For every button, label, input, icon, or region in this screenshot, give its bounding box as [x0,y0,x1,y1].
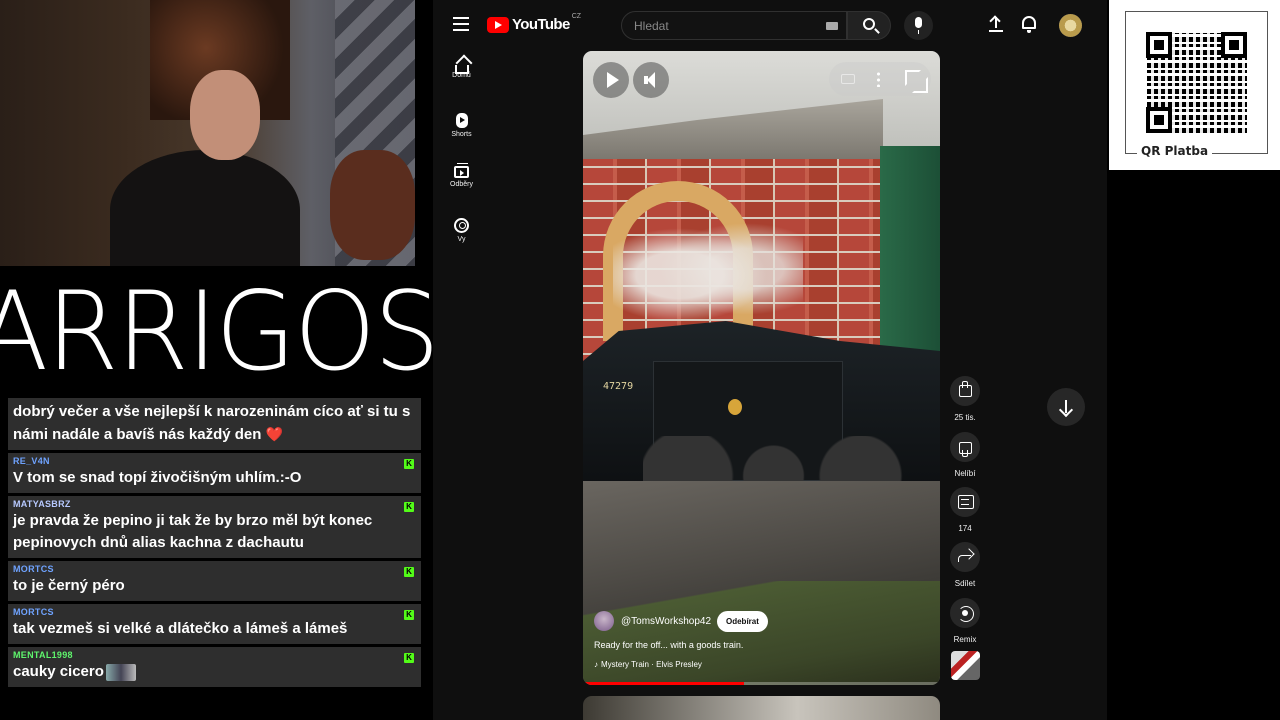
play-button[interactable] [593,62,629,98]
kick-badge-icon: K [404,567,414,577]
stream-logo-text: ARRIGOS [0,266,440,396]
share-button[interactable]: Sdílet [947,542,983,588]
chat-username[interactable]: MATYASBRZ [13,499,413,509]
chat-message-text: to je černý péro [13,577,125,594]
chat-username[interactable]: MORTCS [13,564,413,574]
channel-avatar[interactable] [594,611,614,631]
sound-thumbnail[interactable] [951,651,980,680]
chat-message: dobrý večer a vše nejlepší k narozeninám… [8,398,421,450]
kick-badge-icon: K [404,459,414,469]
kick-badge-icon: K [404,502,414,512]
chat-message: MORTCS to je černý péro K [8,561,421,601]
keyboard-icon[interactable] [826,22,838,30]
kick-badge-icon: K [404,610,414,620]
chat-message-text: dobrý večer a vše nejlepší k narozeninám… [13,403,411,443]
volume-icon[interactable] [633,62,669,98]
home-icon [454,65,469,74]
chat-message-text: cauky cicero [13,663,104,680]
remix-icon [950,598,980,628]
country-code: CZ [571,13,582,20]
loco-number: 47279 [603,381,634,392]
menu-icon[interactable] [453,17,469,31]
next-short-button[interactable] [1047,388,1085,426]
sidebar-item-label: Odběry [450,181,473,188]
chat-message: MATYASBRZ je pravda že pepino ji tak že … [8,496,421,558]
short-info: @TomsWorkshop42 Odebírat Ready for the o… [594,610,914,669]
heart-emoji: ❤️ [265,426,284,442]
remix-label: Remix [953,635,977,644]
fullscreen-icon[interactable] [905,70,928,93]
chat-message-text: je pravda že pepino ji tak že by brzo mě… [13,512,373,551]
share-label: Sdílet [954,579,976,588]
sidebar-item-shorts[interactable]: Shorts [433,113,490,138]
qr-frame [1125,11,1268,154]
more-options-icon[interactable] [877,71,880,87]
chat-panel: dobrý večer a vše nejlepší k narozeninám… [8,398,421,720]
like-button[interactable]: 25 tis. [947,376,983,422]
chat-message-text: tak vezmeš si velké a dlátečko a lámeš a… [13,620,348,637]
music-label: Mystery Train · Elvis Presley [601,660,702,669]
chat-username[interactable]: RE_V4N [13,456,413,466]
progress-bar[interactable] [583,682,940,685]
chat-message: RE_V4N V tom se snad topí živočišným uhl… [8,453,421,493]
chat-emote [105,663,136,681]
youtube-wordmark: YouTube [512,16,570,33]
sidebar-item-you[interactable]: Vy [433,218,490,243]
loco-emblem [728,399,742,415]
youtube-logo[interactable]: YouTube CZ [487,13,582,33]
chat-username[interactable]: MORTCS [13,607,413,617]
sidebar-item-label: Shorts [451,131,472,138]
subscriptions-icon [454,163,469,178]
chat-message: MENTAL1998 cauky cicero K [8,647,421,687]
next-short-preview[interactable] [583,696,940,720]
chat-username[interactable]: MENTAL1998 [13,650,413,660]
you-icon [454,218,469,233]
dislike-button[interactable]: Nelíbí [947,432,983,478]
microphone-icon [915,17,922,34]
sidebar-item-subscriptions[interactable]: Odběry [433,163,490,188]
player-controls [829,62,931,96]
search-input[interactable] [634,19,814,33]
remix-button[interactable]: Remix [947,598,983,644]
webcam-feed [0,0,415,266]
music-info[interactable]: ♪ Mystery Train · Elvis Presley [594,660,914,669]
share-icon [950,542,980,572]
youtube-window: YouTube CZ Domů Shorts Odběry [433,0,1107,720]
comment-icon [950,487,980,517]
account-avatar[interactable] [1059,14,1082,37]
kick-badge-icon: K [404,653,414,663]
thumbs-down-icon [950,432,980,462]
comment-count: 174 [958,524,972,533]
youtube-play-icon [487,16,509,33]
voice-search-button[interactable] [904,11,933,40]
streamer-head [190,70,260,160]
search-box [621,11,847,40]
sidebar-item-home[interactable]: Domů [433,60,490,79]
dislike-label: Nelíbí [954,469,976,478]
comments-button[interactable]: 174 [947,487,983,533]
progress-fill [583,682,744,685]
topbar: YouTube CZ [433,0,1107,50]
sidebar-item-label: Vy [457,236,466,243]
streamer-body [110,150,300,266]
short-video-player[interactable]: 47279 @TomsWorkshop42 Odebírat Ready for… [583,51,940,685]
notifications-icon[interactable] [1022,16,1036,33]
chat-message: MORTCS tak vezmeš si velké a dlátečko a … [8,604,421,644]
shorts-icon [455,113,468,128]
chat-message-text: V tom se snad topí živočišným uhlím.:-O [13,469,302,486]
qr-payment-panel: QR Platba [1109,0,1280,170]
thumbs-up-icon [950,376,980,406]
upload-icon[interactable] [989,16,1003,33]
search-icon [863,18,875,30]
channel-name[interactable]: @TomsWorkshop42 [621,616,711,627]
music-note-icon: ♪ [594,660,598,669]
search-button[interactable] [847,11,891,40]
plush-toy [330,150,415,260]
like-count: 25 tis. [954,413,976,422]
qr-label: QR Platba [1137,144,1213,158]
subscribe-button[interactable]: Odebírat [717,610,768,632]
short-title[interactable]: Ready for the off... with a goods train. [594,640,914,650]
captions-icon[interactable] [841,74,855,84]
stream-logo: ARRIGOS [0,266,440,396]
